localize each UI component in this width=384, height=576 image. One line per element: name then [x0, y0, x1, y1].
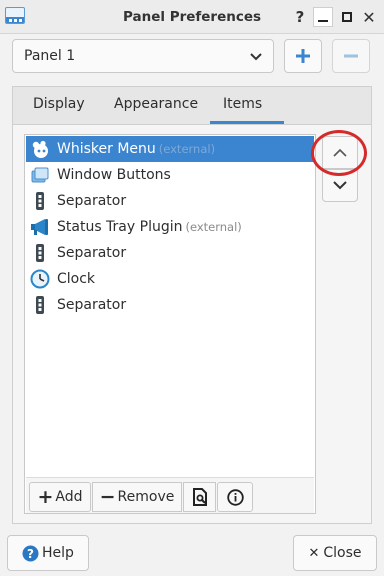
item-tag: (external): [158, 142, 216, 156]
item-name: Status Tray Plugin: [57, 219, 183, 235]
add-panel-button[interactable]: [284, 39, 322, 73]
close-button[interactable]: ✕ Close: [293, 535, 377, 571]
title-bar: Panel Preferences ? ✕: [0, 0, 384, 34]
chevron-down-icon: [250, 53, 262, 61]
separator-icon: [36, 244, 44, 262]
highlight-annotation-circle: [311, 130, 367, 176]
items-toolbar: + Add − Remove: [26, 477, 314, 513]
list-item-status-tray-plugin[interactable]: Status Tray Plugin (external): [26, 214, 314, 240]
plus-icon: [296, 49, 310, 63]
list-item-separator-2[interactable]: Separator: [26, 240, 314, 266]
item-tag: (external): [185, 220, 242, 234]
maximize-button[interactable]: [337, 7, 357, 27]
item-name: Window Buttons: [57, 167, 171, 183]
tab-items[interactable]: Items: [223, 96, 262, 112]
minimize-button[interactable]: [313, 7, 333, 27]
whisker-menu-icon: [32, 140, 48, 158]
list-item-separator-3[interactable]: Separator: [26, 292, 314, 318]
minimize-icon: [318, 20, 328, 22]
document-search-icon: [192, 488, 207, 506]
plus-icon: +: [37, 485, 54, 508]
help-button[interactable]: ? Help: [7, 535, 89, 571]
chevron-down-icon: [333, 181, 347, 190]
item-name: Separator: [57, 297, 127, 313]
item-name: Separator: [57, 245, 127, 261]
close-icon: ✕: [308, 545, 320, 561]
remove-item-label: Remove: [117, 489, 175, 505]
separator-icon: [36, 296, 44, 314]
list-item-separator-1[interactable]: Separator: [26, 188, 314, 214]
minus-icon: −: [99, 485, 116, 508]
window-buttons-icon: [31, 167, 49, 183]
remove-item-button[interactable]: − Remove: [92, 482, 182, 512]
close-label: Close: [323, 545, 362, 561]
close-window-button[interactable]: ✕: [359, 7, 379, 27]
items-list[interactable]: Whisker Menu (external) Window Buttons Se…: [24, 134, 316, 514]
help-label: Help: [42, 545, 74, 561]
list-item-window-buttons[interactable]: Window Buttons: [26, 162, 314, 188]
add-item-label: Add: [55, 489, 83, 505]
item-name: Clock: [57, 271, 96, 287]
item-name: Separator: [57, 193, 127, 209]
help-window-button[interactable]: ?: [290, 7, 310, 27]
megaphone-icon: [31, 219, 48, 235]
clock-icon: [30, 269, 50, 289]
panel-select-value: Panel 1: [24, 48, 76, 64]
panel-select[interactable]: Panel 1: [12, 39, 274, 73]
item-about-button[interactable]: [217, 482, 253, 512]
item-name: Whisker Menu: [57, 141, 156, 157]
add-item-button[interactable]: + Add: [29, 482, 91, 512]
list-item-whisker-menu[interactable]: Whisker Menu (external): [26, 136, 314, 162]
tab-appearance[interactable]: Appearance: [114, 96, 198, 112]
maximize-icon: [342, 12, 352, 22]
separator-icon: [36, 192, 44, 210]
minus-icon: [344, 54, 358, 58]
tab-bar: Display Appearance Items: [12, 86, 372, 124]
item-preferences-button[interactable]: [183, 482, 216, 512]
info-icon: [226, 488, 244, 506]
tab-display[interactable]: Display: [33, 96, 85, 112]
list-item-clock[interactable]: Clock: [26, 266, 314, 292]
svg-text:?: ?: [27, 547, 34, 561]
help-icon: ?: [22, 545, 39, 561]
remove-panel-button[interactable]: [332, 39, 370, 73]
